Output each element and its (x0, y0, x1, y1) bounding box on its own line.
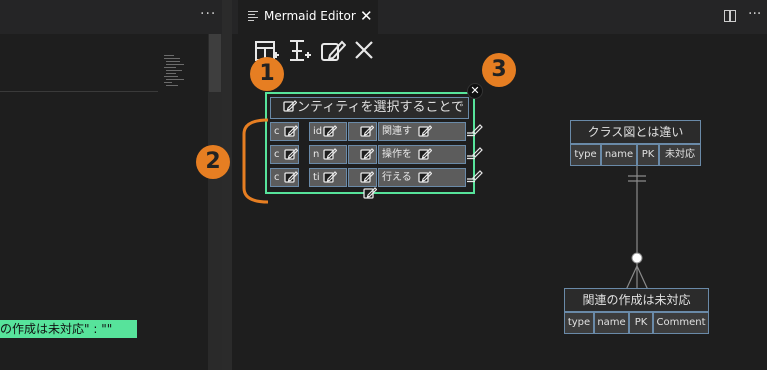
diagram-entity-cell[interactable]: 未対応 (659, 144, 701, 166)
delete-entity-icon[interactable]: ✕ (467, 83, 483, 99)
edit-icon[interactable] (323, 170, 337, 184)
left-divider (0, 91, 158, 92)
edit-icon[interactable] (284, 147, 298, 161)
highlighted-code-text: の作成は未対応" : "" (0, 320, 137, 338)
edit-icon[interactable] (360, 124, 374, 138)
edit-icon[interactable] (323, 147, 337, 161)
edit-icon[interactable] (284, 170, 298, 184)
diagram-entity-cell[interactable]: Comment (653, 312, 709, 334)
edit-icon[interactable] (323, 124, 337, 138)
tab-title: Mermaid Editor (264, 9, 356, 23)
relationship-line[interactable] (620, 166, 654, 290)
diagram-entity-cell[interactable]: PK (637, 144, 659, 166)
minimap[interactable] (162, 55, 184, 95)
add-row-icon[interactable] (466, 146, 484, 160)
diagram-entity-cell[interactable]: type (564, 312, 594, 334)
left-scrollbar-thumb[interactable] (209, 34, 221, 92)
left-editor-panel (0, 0, 222, 370)
diagram-entity-cell[interactable]: PK (629, 312, 653, 334)
left-tab-bar (0, 0, 222, 34)
add-row-icon[interactable] (466, 169, 484, 183)
split-editor-icon[interactable] (724, 10, 736, 22)
badge-2: 2 (196, 145, 230, 179)
edit-icon[interactable] (418, 170, 432, 184)
entity-title[interactable]: ンティティを選択することで (270, 97, 469, 119)
badge-3: 3 (482, 53, 516, 87)
edit-icon[interactable] (320, 38, 347, 64)
add-attribute-icon[interactable] (286, 38, 312, 64)
edit-icon[interactable] (360, 147, 374, 161)
preview-file-icon (248, 10, 258, 22)
diagram-entity-title[interactable]: クラス図とは違い (570, 120, 701, 144)
edit-icon[interactable] (418, 124, 432, 138)
add-row-icon[interactable] (466, 123, 484, 137)
edit-icon[interactable] (418, 147, 432, 161)
badge-1: 1 (250, 57, 284, 91)
editor-splitter[interactable] (222, 0, 232, 370)
add-attribute-row-icon[interactable] (363, 186, 377, 200)
more-actions-icon[interactable]: ··· (748, 6, 761, 22)
diagram-entity-cell[interactable]: name (594, 312, 629, 334)
edit-icon[interactable] (360, 170, 374, 184)
diagram-entity-cell[interactable]: name (601, 144, 637, 166)
bracket-annotation (242, 118, 269, 204)
tab-close-icon[interactable]: ✕ (360, 7, 373, 25)
left-more-actions-icon[interactable]: ··· (200, 6, 216, 22)
close-tool-icon[interactable] (352, 38, 378, 64)
edit-icon[interactable] (284, 124, 298, 138)
diagram-entity-cell[interactable]: type (570, 144, 601, 166)
diagram-entity-title[interactable]: 関連の作成は未対応 (564, 288, 709, 312)
edit-title-icon[interactable] (283, 99, 297, 113)
